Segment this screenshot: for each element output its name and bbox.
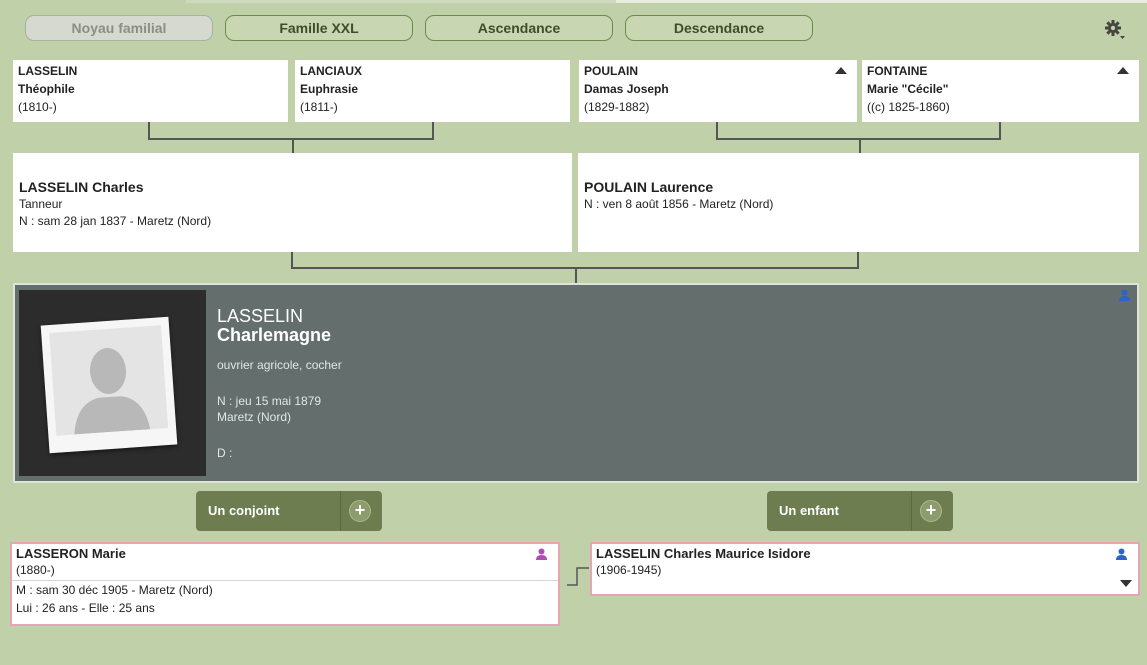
add-child-label: Un enfant	[779, 503, 839, 518]
connector-line	[999, 122, 1001, 139]
grandparent-surname: FONTAINE	[867, 64, 928, 78]
connector-line	[148, 122, 150, 139]
person-surname: LASSELIN	[217, 306, 304, 326]
grandparent-given: Marie "Cécile"	[867, 82, 949, 96]
grandparent-given: Damas Joseph	[584, 82, 669, 96]
tab-noyau-familial[interactable]: Noyau familial	[25, 15, 213, 41]
add-spouse-label: Un conjoint	[208, 503, 280, 518]
grandparent-surname: LANCIAUX	[300, 64, 362, 78]
mother-birth: N : ven 8 août 1856 - Maretz (Nord)	[584, 197, 774, 211]
person-birth-place: Maretz (Nord)	[217, 410, 292, 424]
connector-line	[148, 138, 434, 140]
connector-line	[575, 267, 577, 283]
grandparent-dates: ((c) 1825-1860)	[867, 100, 950, 114]
grandparent-card[interactable]: LASSELIN Théophile (1810-)	[13, 60, 288, 122]
grandparent-surname: POULAIN	[584, 64, 638, 78]
grandparent-card[interactable]: FONTAINE Marie "Cécile" ((c) 1825-1860)	[862, 60, 1139, 122]
father-name: LASSELIN Charles	[19, 179, 144, 195]
person-death: D :	[217, 446, 233, 460]
child-dates: (1906-1945)	[596, 563, 662, 577]
spouse-dates: (1880-)	[16, 563, 55, 577]
connector-line	[859, 138, 861, 153]
grandparent-surname: LASSELIN	[18, 64, 78, 78]
grandparent-given: Euphrasie	[300, 82, 359, 96]
plus-icon: +	[920, 500, 942, 522]
expand-down-icon[interactable]	[1120, 580, 1132, 587]
expand-up-icon[interactable]	[1117, 67, 1129, 74]
spouse-ages: Lui : 26 ans - Elle : 25 ans	[16, 601, 155, 615]
add-child-button[interactable]: Un enfant +	[767, 491, 953, 531]
person-occupation: ouvrier agricole, cocher	[217, 358, 342, 372]
grandparent-given: Théophile	[18, 82, 75, 96]
main-person-card: LASSELIN Charlemagne ouvrier agricole, c…	[13, 283, 1139, 483]
plus-icon: +	[349, 500, 371, 522]
connector-line	[292, 138, 294, 153]
mother-name: POULAIN Laurence	[584, 179, 714, 195]
male-person-icon[interactable]	[1115, 548, 1128, 560]
grandparent-card[interactable]: LANCIAUX Euphrasie (1811-)	[295, 60, 570, 122]
grandparent-dates: (1811-)	[300, 100, 338, 114]
grandparent-dates: (1810-)	[18, 100, 57, 114]
person-given-name: Charlemagne	[217, 325, 332, 345]
male-person-icon[interactable]	[1118, 289, 1131, 301]
gear-icon[interactable]	[1104, 19, 1126, 41]
connector-line	[432, 122, 434, 139]
tab-ascendance[interactable]: Ascendance	[425, 15, 613, 41]
tab-famille-xxl[interactable]: Famille XXL	[225, 15, 413, 41]
grandparent-dates: (1829-1882)	[584, 100, 650, 114]
marriage-info: M : sam 30 déc 1905 - Maretz (Nord)	[12, 580, 558, 599]
father-occupation: Tanneur	[19, 197, 63, 211]
connector-line	[716, 122, 718, 139]
add-spouse-button[interactable]: Un conjoint +	[196, 491, 382, 531]
tab-descendance[interactable]: Descendance	[625, 15, 813, 41]
connector-line	[567, 567, 589, 586]
child-name: LASSELIN Charles Maurice Isidore	[596, 546, 811, 561]
expand-up-icon[interactable]	[835, 67, 847, 74]
spouse-name: LASSERON Marie	[16, 546, 126, 561]
grandparent-card[interactable]: POULAIN Damas Joseph (1829-1882)	[579, 60, 857, 122]
father-card[interactable]: LASSELIN Charles Tanneur N : sam 28 jan …	[13, 153, 572, 252]
child-card[interactable]: LASSELIN Charles Maurice Isidore (1906-1…	[590, 542, 1140, 596]
person-birth-date: N : jeu 15 mai 1879	[217, 394, 322, 408]
female-person-icon[interactable]	[535, 548, 548, 560]
top-strip	[0, 0, 1147, 3]
silhouette-icon	[74, 348, 151, 435]
photo-placeholder[interactable]	[40, 316, 178, 454]
photo-area	[19, 290, 206, 476]
mother-card[interactable]: POULAIN Laurence N : ven 8 août 1856 - M…	[578, 153, 1139, 252]
father-birth: N : sam 28 jan 1837 - Maretz (Nord)	[19, 214, 212, 228]
spouse-card[interactable]: LASSERON Marie (1880-) M : sam 30 déc 19…	[10, 542, 560, 626]
